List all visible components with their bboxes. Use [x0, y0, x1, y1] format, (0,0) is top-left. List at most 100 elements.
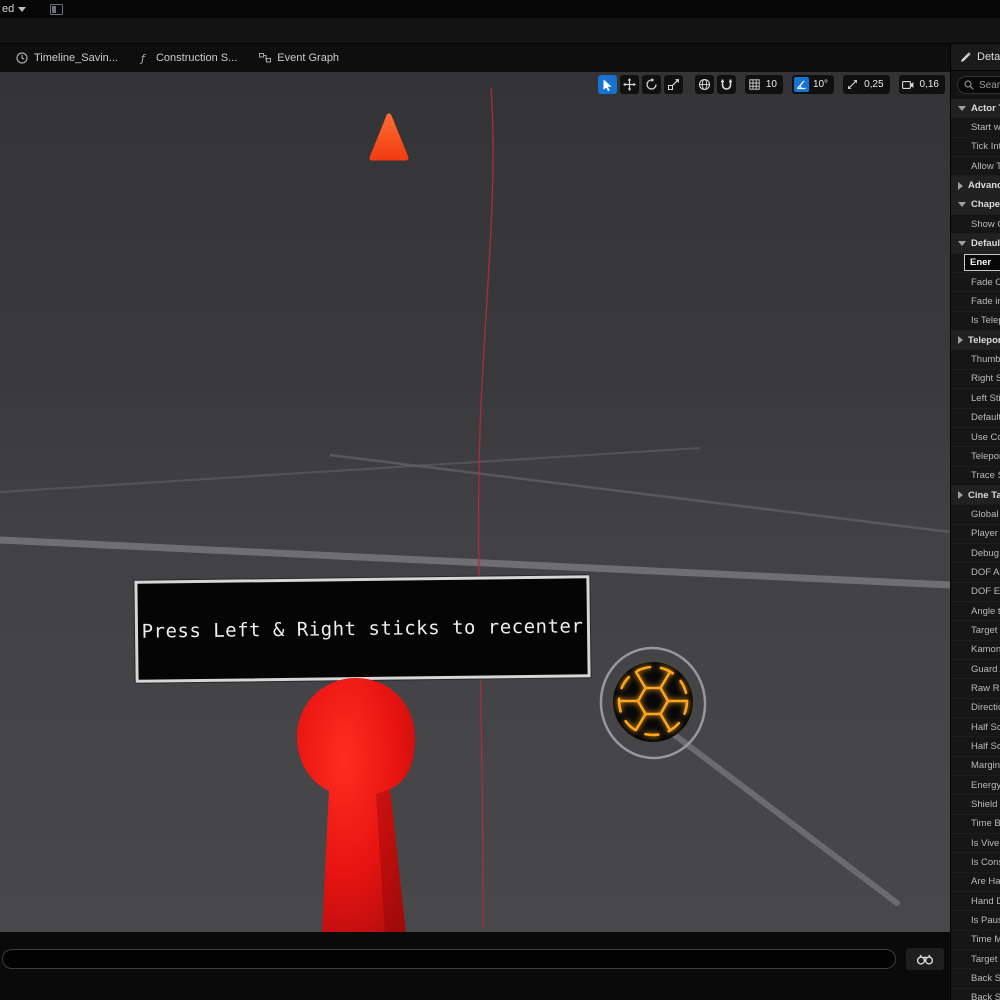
property-label: DOF En	[971, 586, 1000, 598]
details-property-row[interactable]: Debug T	[951, 543, 1000, 564]
chevron-right-icon[interactable]	[958, 336, 963, 345]
rotation-snap-control[interactable]: 10°	[791, 75, 835, 94]
details-property-row[interactable]: Is Telep	[951, 311, 1000, 332]
property-label: Trace Sp	[971, 470, 1000, 482]
details-property-row[interactable]: Tick Inte	[951, 137, 1000, 158]
details-panel-title: Detail	[977, 51, 1000, 63]
details-property-row[interactable]: DOF An	[951, 563, 1000, 583]
chevron-down-icon[interactable]	[958, 241, 966, 247]
energy-ball[interactable]	[594, 641, 712, 764]
grid-snap-control[interactable]: 10	[744, 75, 783, 94]
bottom-bar	[0, 932, 950, 1000]
guide-rail-line	[649, 715, 900, 906]
category-label: Advance	[968, 180, 1000, 192]
details-property-row[interactable]: Is Vive	[951, 834, 1000, 854]
details-property-row[interactable]: Guard A	[951, 659, 1000, 680]
details-category-row[interactable]: Advance	[951, 176, 1000, 196]
details-search-input[interactable]: Sear	[957, 76, 1000, 94]
property-name-input[interactable]: Ener	[964, 254, 1000, 272]
surface-snapping-button[interactable]	[716, 75, 736, 94]
details-property-row[interactable]: Player C	[951, 524, 1000, 544]
details-property-row[interactable]: Target S	[951, 950, 1000, 970]
chevron-down-icon[interactable]	[958, 105, 966, 111]
property-label: Is Telep	[971, 315, 1000, 327]
details-property-row[interactable]: Half Scr	[951, 718, 1000, 738]
details-property-row[interactable]: Half Scr	[951, 737, 1000, 757]
find-in-blueprints-button[interactable]	[906, 948, 944, 970]
details-property-row[interactable]: Angle to	[951, 601, 1000, 622]
details-property-row[interactable]: Default F	[951, 408, 1000, 428]
property-label: Half Scr	[971, 741, 1000, 753]
details-property-row[interactable]: Time Bo	[951, 814, 1000, 835]
property-label: Use Con	[971, 431, 1000, 443]
details-property-row[interactable]: Is Paus	[951, 911, 1000, 931]
property-label: Is Vive	[971, 837, 1000, 849]
level-viewport[interactable]: Press Left & Right sticks to recenter 10…	[0, 72, 950, 932]
property-label: Half Scr	[971, 721, 1000, 733]
details-property-row[interactable]: Start wit	[951, 118, 1000, 138]
details-property-row[interactable]: Show Ch	[951, 215, 1000, 235]
chevron-right-icon[interactable]	[958, 181, 963, 190]
details-name-field-row[interactable]: Ener	[951, 253, 1000, 274]
expand-arrows-icon	[845, 77, 860, 92]
details-property-row[interactable]: Kamon	[951, 640, 1000, 660]
details-property-row[interactable]: Left Stic	[951, 389, 1000, 409]
details-property-row[interactable]: Are Han	[951, 872, 1000, 893]
property-label: Is Cons	[971, 857, 1000, 869]
tab-event-graph[interactable]: Event Graph	[259, 52, 339, 64]
details-category-row[interactable]: Actor Tic	[951, 99, 1000, 119]
details-property-row[interactable]: Target F	[951, 621, 1000, 641]
recenter-sign-text: Press Left & Right sticks to recenter	[141, 615, 584, 643]
details-property-row[interactable]: Margin	[951, 756, 1000, 777]
details-category-row[interactable]: Default	[951, 234, 1000, 254]
details-property-row[interactable]: Teleport	[951, 447, 1000, 467]
details-property-row[interactable]: Back S	[951, 988, 1000, 1000]
property-label: Target F	[971, 624, 1000, 636]
details-panel-header[interactable]: Detail	[951, 44, 1000, 71]
chevron-down-icon[interactable]	[958, 202, 966, 208]
details-category-row[interactable]: Cine Tar	[951, 485, 1000, 506]
chevron-right-icon[interactable]	[958, 491, 963, 500]
details-property-row[interactable]: Back Sp	[951, 969, 1000, 989]
details-property-row[interactable]: Global T	[951, 505, 1000, 525]
details-category-row[interactable]: Teleport	[951, 331, 1000, 351]
details-property-row[interactable]: Directio	[951, 698, 1000, 718]
property-label: Tick Inte	[971, 141, 1000, 153]
property-label: Margin	[971, 760, 1000, 772]
property-label: Teleport	[971, 450, 1000, 462]
details-property-row[interactable]: Right Sti	[951, 369, 1000, 390]
tab-timeline[interactable]: Timeline_Savin...	[16, 52, 118, 64]
select-tool-button[interactable]	[597, 75, 617, 94]
recenter-sign[interactable]: Press Left & Right sticks to recenter	[134, 575, 591, 683]
details-property-row[interactable]: DOF En	[951, 582, 1000, 602]
details-property-row[interactable]: Energy	[951, 776, 1000, 796]
details-property-row[interactable]: Hand Di	[951, 892, 1000, 912]
panel-icon[interactable]	[50, 3, 64, 15]
find-input[interactable]	[2, 949, 896, 969]
details-property-row[interactable]: Allow Ti	[951, 157, 1000, 177]
details-category-row[interactable]: Chapero	[951, 195, 1000, 216]
spawn-marker-triangle[interactable]	[369, 113, 409, 161]
saved-dropdown[interactable]: ed	[0, 3, 27, 15]
details-property-row[interactable]: Time Mi	[951, 930, 1000, 951]
details-property-row[interactable]: Thumb D	[951, 350, 1000, 370]
details-property-row[interactable]: Raw Ro	[951, 679, 1000, 699]
tab-construction-script[interactable]: ƒ Construction S...	[140, 52, 237, 64]
coordinate-system-button[interactable]	[694, 75, 714, 94]
property-label: Are Han	[971, 876, 1000, 888]
details-property-row[interactable]: Fade Ou	[951, 273, 1000, 293]
scale-snap-control[interactable]: 0,25	[843, 75, 890, 94]
details-property-row[interactable]: Is Cons	[951, 853, 1000, 873]
unreal-editor-window: ed Timeline_Savin... ƒ Construction S...…	[0, 0, 1000, 1000]
details-panel: Detail Sear Actor TicStart wit Tick Inte A…	[950, 44, 1000, 1000]
scale-tool-button[interactable]	[663, 75, 683, 94]
main-toolbar	[0, 18, 1000, 44]
details-property-row[interactable]: Trace Sp	[951, 466, 1000, 486]
details-property-row[interactable]: Use Con	[951, 427, 1000, 448]
details-property-row[interactable]: Fade in	[951, 292, 1000, 312]
property-label: Shield L	[971, 799, 1000, 811]
move-tool-button[interactable]	[619, 75, 639, 94]
details-property-row[interactable]: Shield L	[951, 795, 1000, 815]
camera-speed-control[interactable]: 0,16	[898, 75, 945, 94]
rotate-tool-button[interactable]	[641, 75, 661, 94]
